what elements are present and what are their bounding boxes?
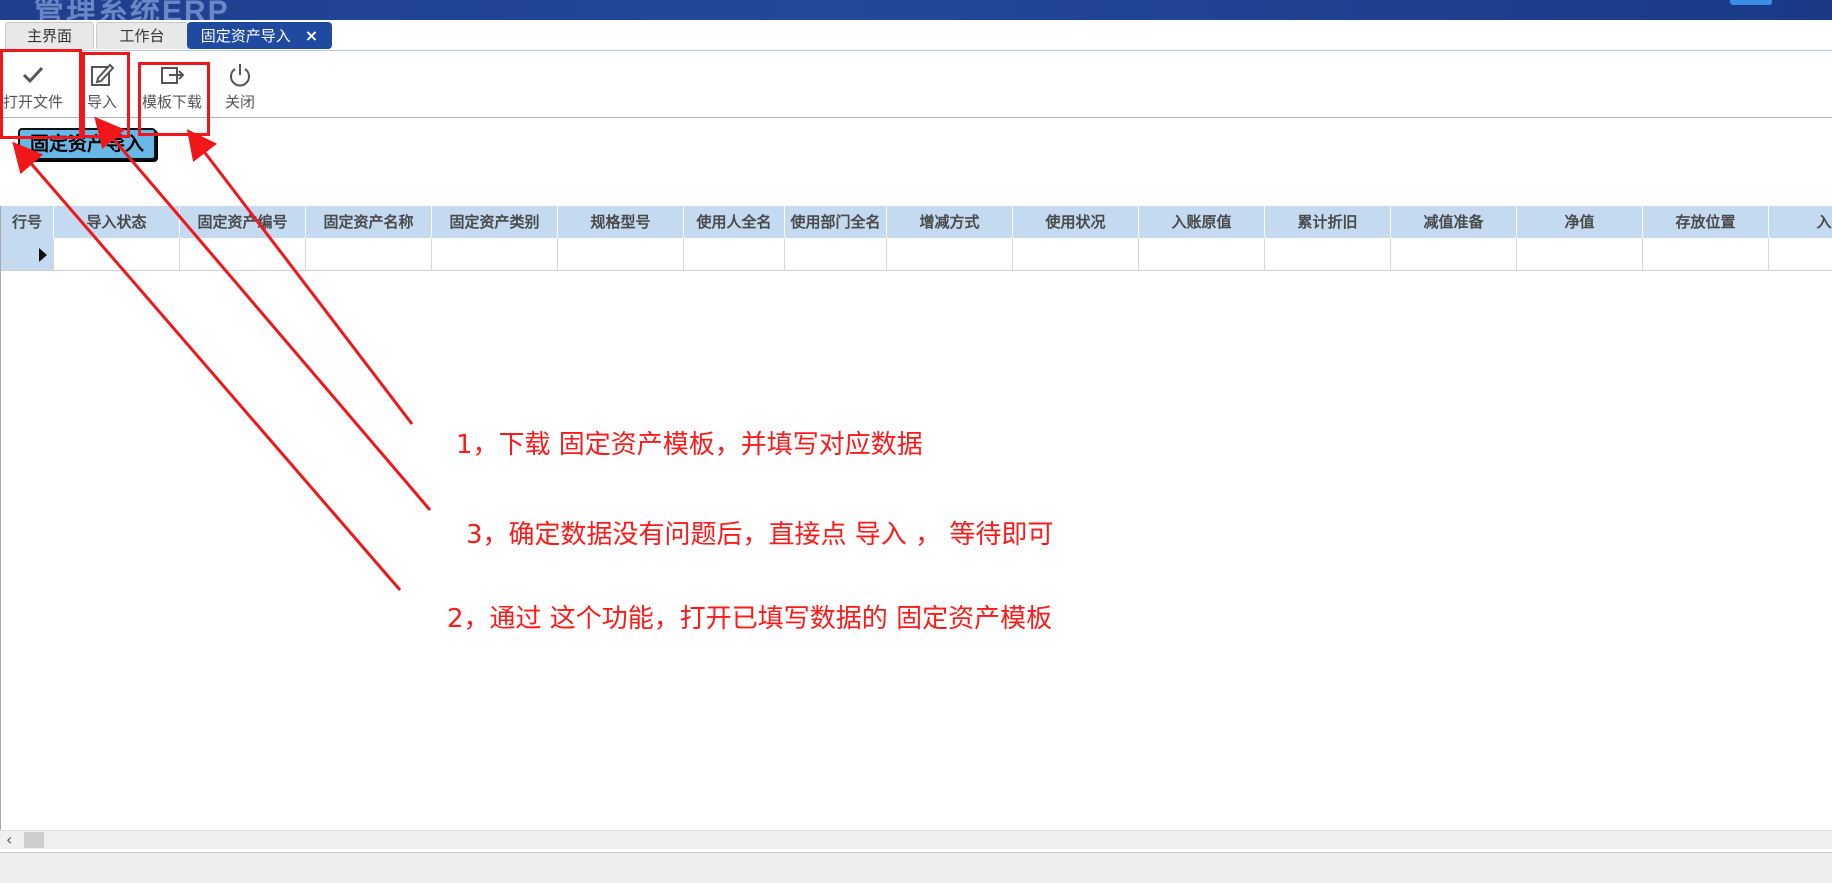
arrow-step2 <box>12 141 402 591</box>
arrow-step3 <box>94 116 432 511</box>
annotation-step1: 1，下载 固定资产模板，并填写对应数据 <box>456 430 923 460</box>
arrow-step1 <box>186 129 414 425</box>
annotation-step2: 2，通过 这个功能，打开已填写数据的 固定资产模板 <box>447 604 1053 634</box>
annotation-step3: 3，确定数据没有问题后，直接点 导入 ， 等待即可 <box>466 520 1054 550</box>
